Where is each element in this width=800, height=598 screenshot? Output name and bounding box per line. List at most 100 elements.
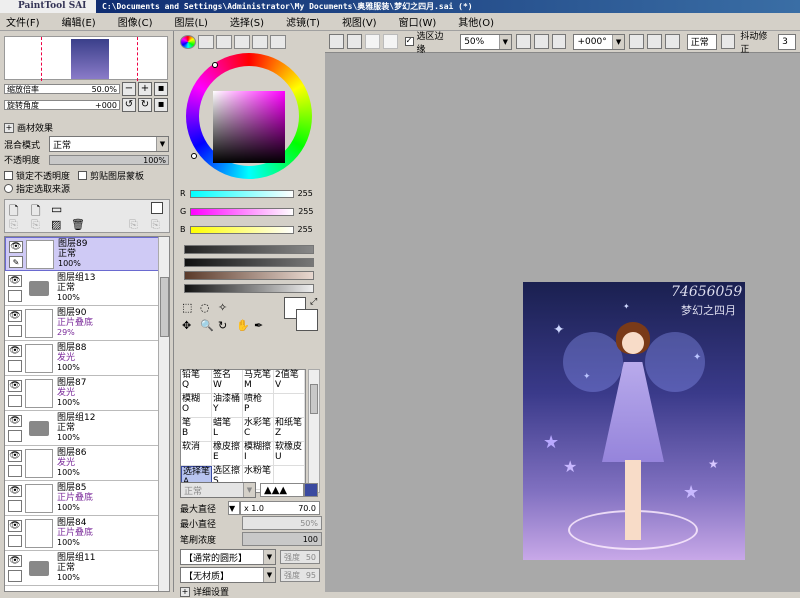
hand-icon[interactable]: ✋ <box>236 319 250 332</box>
layer-item[interactable]: 👁 图层组12 正常 100% <box>5 412 159 446</box>
color-palette-row[interactable] <box>184 245 314 254</box>
layer-item[interactable]: 👁 图层组11 正常 100% <box>5 552 159 586</box>
scrollbar-thumb[interactable] <box>310 384 318 414</box>
tool-blur[interactable]: 模糊 O <box>181 394 212 418</box>
hue-marker[interactable] <box>212 62 218 68</box>
zoom-reset-icon[interactable] <box>551 34 567 49</box>
saturation-value-square[interactable] <box>213 91 285 163</box>
move-icon[interactable]: ✥ <box>182 319 191 332</box>
clear-layer-icon[interactable]: ▨ <box>51 218 61 231</box>
color-palette-row[interactable] <box>184 271 314 280</box>
layer-item[interactable]: 👁 图层86 发光 100% <box>5 447 159 481</box>
lock-icon[interactable] <box>8 570 22 582</box>
rotate-left-button[interactable]: ↺ <box>122 98 136 112</box>
layer-item[interactable]: 👁 图层87 发光 100% <box>5 377 159 411</box>
rotate-reset-button[interactable]: ▪ <box>154 98 168 112</box>
zoom-reset-button[interactable]: ▪ <box>154 82 168 96</box>
view-mode-select[interactable]: 正常 <box>686 33 717 50</box>
zoom-select[interactable]: 50% ▼ <box>460 33 512 50</box>
eye-icon[interactable]: 👁 <box>8 555 22 567</box>
rotate-right-icon[interactable] <box>646 34 662 49</box>
menu-select[interactable]: 选择(S) <box>230 14 264 29</box>
lock-icon[interactable] <box>8 430 22 442</box>
tool-crayon[interactable]: 蜡笔 L <box>212 418 243 442</box>
menu-other[interactable]: 其他(O) <box>458 14 494 29</box>
tool-soft-eraser[interactable]: 软橡皮 U <box>274 442 305 466</box>
zoom-out-button[interactable]: − <box>122 82 136 96</box>
artwork-canvas[interactable]: 74656059 梦幻之四月 ✦ ✦ ✦ ★ ★ ★ ★ ✦ <box>523 282 745 560</box>
navigator-preview[interactable] <box>4 36 168 81</box>
eye-icon[interactable]: 👁 <box>8 380 22 392</box>
max-size-slider[interactable]: x 1.0 70.0 <box>240 501 320 515</box>
color-wheel-tab[interactable] <box>180 35 196 49</box>
menu-filter[interactable]: 滤镜(T) <box>286 14 320 29</box>
layer-item[interactable]: 👁 图层90 正片叠底 29% <box>5 307 159 341</box>
zoom-icon[interactable]: 🔍 <box>200 319 214 332</box>
zoom-out-icon[interactable] <box>515 34 531 49</box>
rotate-left-icon[interactable] <box>629 34 644 49</box>
scrollbar-thumb[interactable] <box>160 277 169 337</box>
scratchpad-tab[interactable] <box>270 35 286 49</box>
invert-selection-icon[interactable] <box>382 34 398 49</box>
hsv-slider-tab[interactable] <box>216 35 232 49</box>
rotate-slider[interactable]: 旋转角度 +000 <box>4 100 120 110</box>
color-palette-row[interactable] <box>184 258 314 267</box>
color-palette-row[interactable] <box>184 284 314 293</box>
lock-alpha-checkbox[interactable] <box>4 171 13 180</box>
copy-layer-icon[interactable]: ⎘ <box>9 218 18 232</box>
select-source-radio[interactable] <box>4 184 13 193</box>
background-color[interactable] <box>296 309 318 331</box>
zoom-in-button[interactable]: + <box>138 82 152 96</box>
shape-strength-slider[interactable]: 强度 50 <box>280 550 320 564</box>
lock-icon[interactable] <box>8 395 22 407</box>
layer-item[interactable]: 👁 图层84 正片叠底 100% <box>5 517 159 551</box>
zoom-in-icon[interactable] <box>533 34 549 49</box>
canvas-area[interactable]: 选区边缘 50% ▼ +000° ▼ 正常 抖动修正 3 74656059 梦幻之四… <box>325 31 800 592</box>
sv-marker[interactable] <box>191 153 197 159</box>
magic-wand-icon[interactable]: ✧ <box>218 301 227 314</box>
tool-marker[interactable]: 马克笔 M <box>243 370 274 394</box>
lock-icon[interactable] <box>8 465 22 477</box>
eye-icon[interactable]: 👁 <box>8 520 22 532</box>
tool-scrollbar[interactable] <box>308 369 320 493</box>
blue-slider[interactable] <box>189 225 294 234</box>
red-slider[interactable] <box>189 189 294 198</box>
brush-shape-selected[interactable] <box>304 483 318 497</box>
selection-edge-checkbox[interactable] <box>404 37 414 46</box>
layer-item[interactable]: 👁 图层85 正片叠底 100% <box>5 482 159 516</box>
tool-eraser[interactable]: 橡皮擦 E <box>212 442 243 466</box>
swatch-tab[interactable] <box>252 35 268 49</box>
menu-view[interactable]: 视图(V) <box>342 14 377 29</box>
layer-mask-icon[interactable] <box>151 202 163 214</box>
tool-pencil[interactable]: 铅笔 Q <box>181 370 212 394</box>
tool-binary-pen[interactable]: 2值笔 V <box>274 370 305 394</box>
blend-mode-select[interactable]: 正常 ▼ <box>49 136 169 152</box>
lock-icon[interactable] <box>8 325 22 337</box>
rotate-right-button[interactable]: ↻ <box>138 98 152 112</box>
lock-icon[interactable] <box>8 500 22 512</box>
density-slider[interactable]: 100 <box>242 532 322 546</box>
tool-bucket[interactable]: 油漆桶 Y <box>212 394 243 418</box>
eye-icon[interactable]: 👁 <box>8 345 22 357</box>
rotation-select[interactable]: +000° ▼ <box>573 33 626 50</box>
tool-washi[interactable]: 和纸笔 Z <box>274 418 305 442</box>
rect-select-icon[interactable]: ⬚ <box>182 301 192 314</box>
menu-image[interactable]: 图像(C) <box>118 14 153 29</box>
eye-icon[interactable]: 👁 <box>8 310 22 322</box>
tool-soft-erase[interactable]: 软消 <box>181 442 212 466</box>
layer-item[interactable]: 👁 图层88 发光 100% <box>5 342 159 376</box>
tool-airbrush[interactable]: 喷枪 P <box>243 394 274 418</box>
color-wheel[interactable] <box>186 53 312 179</box>
palette-tab[interactable] <box>234 35 250 49</box>
tool-blur-eraser[interactable]: 模糊擦 I <box>243 442 274 466</box>
paper-effect-row[interactable]: + 画材效果 <box>4 121 53 134</box>
layer-item[interactable]: 👁 ✎ 图层89 正常 100% <box>5 237 159 271</box>
eyedropper-icon[interactable]: ✒ <box>254 319 263 332</box>
lock-icon[interactable] <box>8 360 22 372</box>
new-folder-icon[interactable]: ▭ <box>51 202 62 216</box>
tool-signature[interactable]: 签名 W <box>212 370 243 394</box>
flip-icon[interactable] <box>720 34 736 49</box>
menu-layer[interactable]: 图层(L) <box>174 14 207 29</box>
merge-down-icon[interactable]: ⎘ <box>31 218 40 232</box>
eye-icon[interactable]: 👁 <box>9 241 23 253</box>
